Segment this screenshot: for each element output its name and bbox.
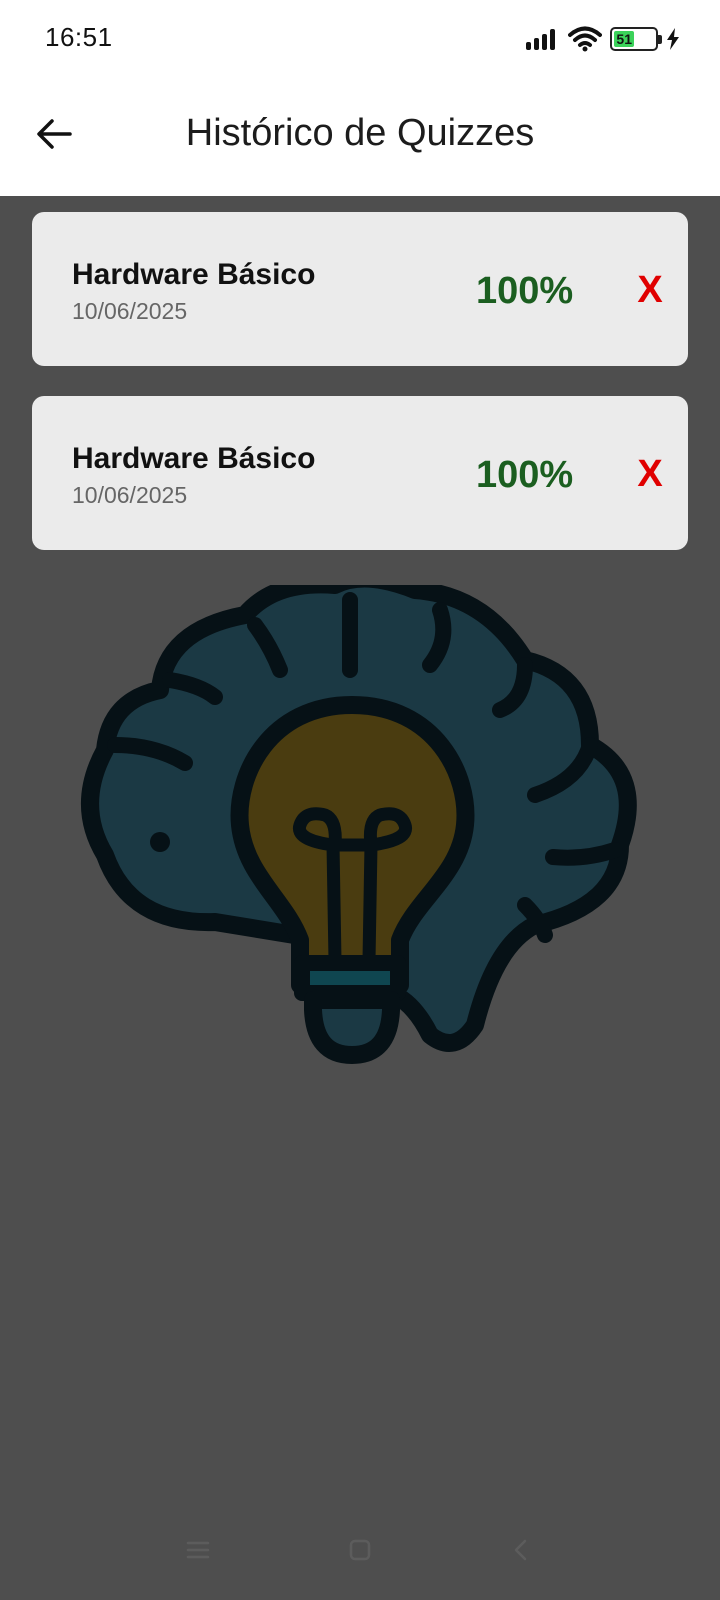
quiz-date: 10/06/2025 (72, 298, 188, 324)
charging-bolt-icon (667, 28, 679, 50)
wifi-icon (568, 26, 602, 52)
system-nav-bar (0, 1520, 720, 1600)
quiz-history-card[interactable]: Hardware Básico 10/06/2025 100% X (32, 212, 688, 366)
nav-home-button[interactable] (330, 1520, 390, 1580)
delete-button[interactable]: X (628, 448, 672, 500)
brain-lightbulb-icon (81, 585, 637, 1064)
page-title: Histórico de Quizzes (185, 112, 535, 154)
quiz-title: Hardware Básico (72, 442, 316, 475)
home-icon (349, 1539, 371, 1561)
nav-menu-button[interactable] (168, 1520, 228, 1580)
quiz-title: Hardware Básico (72, 258, 316, 291)
nav-back-button[interactable] (490, 1520, 550, 1580)
quiz-history-card[interactable]: Hardware Básico 10/06/2025 100% X (32, 396, 688, 550)
battery-icon: 51 (610, 27, 662, 51)
delete-button[interactable]: X (628, 264, 672, 316)
signal-icon (526, 29, 555, 50)
menu-icon (186, 1541, 210, 1559)
app-bar: Histórico de Quizzes (0, 88, 720, 180)
status-icons: 51 (526, 24, 680, 54)
battery-level: 51 (616, 31, 632, 47)
quiz-date: 10/06/2025 (72, 482, 188, 508)
quiz-score: 100% (476, 270, 574, 312)
status-time: 16:51 (45, 22, 113, 52)
back-icon (514, 1539, 527, 1561)
quiz-score: 100% (476, 454, 574, 496)
header-area: 16:51 51 Histórico de Quizzes (0, 0, 720, 196)
status-bar: 16:51 51 (0, 0, 720, 80)
